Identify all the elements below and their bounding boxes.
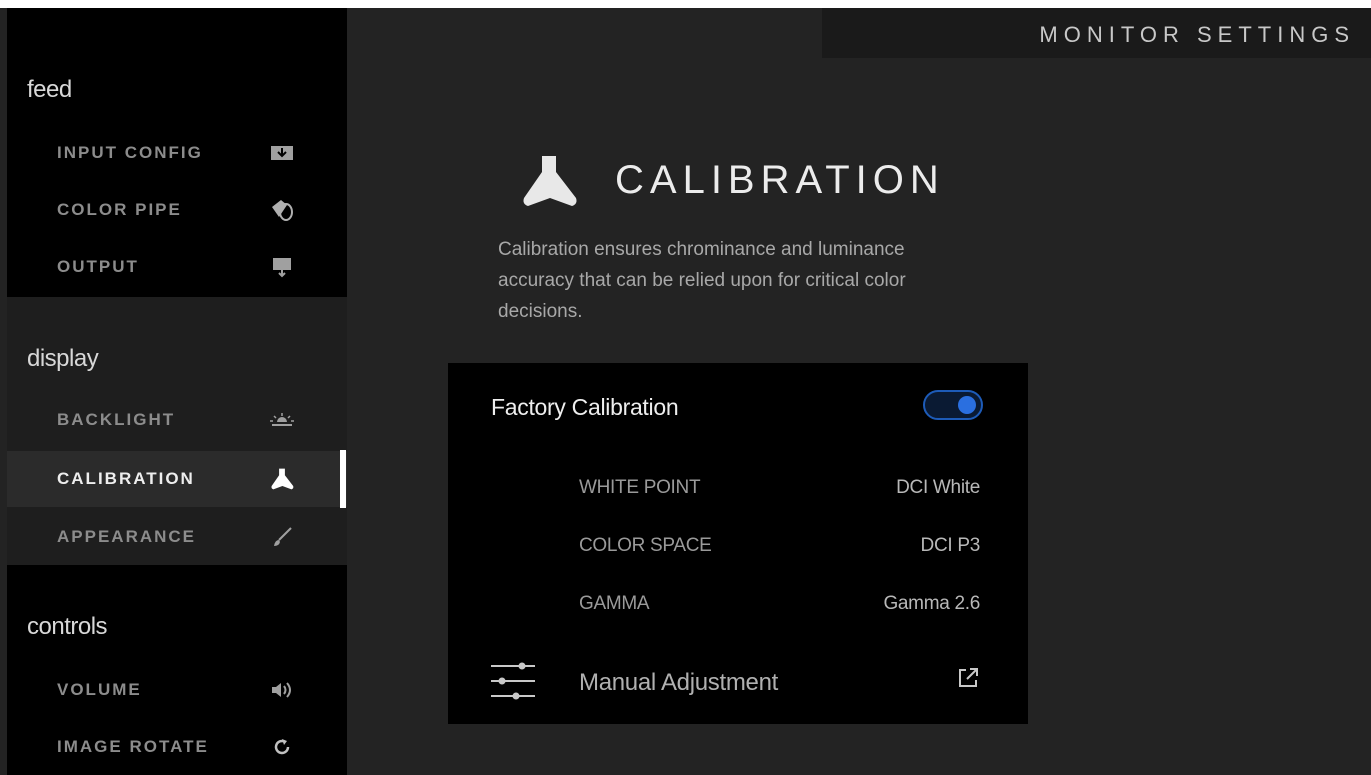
sidebar: feed INPUT CONFIG COLOR PIPE OUTPUT disp… — [7, 0, 347, 775]
gamma-label: GAMMA — [579, 593, 650, 614]
toggle-knob — [958, 396, 976, 414]
header-bar: MONITOR SETTINGS — [822, 8, 1371, 58]
page-title: CALIBRATION — [615, 158, 945, 202]
sidebar-item-label: CALIBRATION — [57, 469, 195, 488]
sidebar-item-output[interactable]: OUTPUT — [7, 239, 347, 295]
page-description: Calibration ensures chrominance and lumi… — [498, 239, 906, 322]
backlight-icon — [269, 407, 295, 433]
volume-icon — [269, 677, 295, 703]
sidebar-item-label: APPEARANCE — [57, 527, 197, 546]
sidebar-item-input-config[interactable]: INPUT CONFIG — [7, 125, 347, 181]
sidebar-item-appearance[interactable]: APPEARANCE — [7, 509, 347, 565]
section-title-display: display — [27, 345, 99, 372]
sidebar-item-color-pipe[interactable]: COLOR PIPE — [7, 182, 347, 238]
section-title-controls: controls — [27, 613, 108, 640]
white-point-value: DCI White — [896, 477, 980, 498]
sidebar-item-label: IMAGE ROTATE — [57, 737, 209, 756]
calibration-icon — [269, 466, 295, 492]
calibration-panel: Factory Calibration WHITE POINT DCI Whit… — [448, 363, 1028, 724]
white-point-label: WHITE POINT — [579, 477, 701, 498]
color-pipe-icon — [269, 197, 295, 223]
sidebar-item-label: OUTPUT — [57, 257, 139, 276]
appearance-icon — [269, 524, 295, 550]
color-space-value: DCI P3 — [920, 535, 981, 556]
active-indicator — [340, 450, 346, 508]
rotate-icon — [269, 734, 295, 760]
external-link-icon[interactable] — [956, 666, 980, 690]
factory-calibration-toggle[interactable] — [923, 390, 983, 420]
calibration-icon — [523, 156, 577, 206]
output-icon — [269, 254, 295, 280]
gamma-value: Gamma 2.6 — [883, 593, 980, 614]
sidebar-section-feed: feed INPUT CONFIG COLOR PIPE OUTPUT — [7, 8, 347, 297]
sidebar-item-label: COLOR PIPE — [57, 200, 182, 219]
sidebar-item-label: VOLUME — [57, 680, 142, 699]
sidebar-item-backlight[interactable]: BACKLIGHT — [7, 392, 347, 448]
sidebar-item-volume[interactable]: VOLUME — [7, 662, 347, 718]
manual-adjustment-button[interactable]: Manual Adjustment — [579, 669, 778, 697]
color-space-label: COLOR SPACE — [579, 535, 712, 556]
section-title-feed: feed — [27, 76, 72, 103]
sidebar-item-calibration[interactable]: CALIBRATION — [7, 451, 347, 507]
page-header-title: MONITOR SETTINGS — [1039, 22, 1355, 47]
input-config-icon — [269, 140, 295, 166]
sidebar-item-image-rotate[interactable]: IMAGE ROTATE — [7, 719, 347, 775]
factory-calibration-label: Factory Calibration — [491, 394, 679, 420]
sidebar-section-controls: controls VOLUME IMAGE ROTATE — [7, 565, 347, 775]
sidebar-item-label: INPUT CONFIG — [57, 143, 203, 162]
sidebar-item-label: BACKLIGHT — [57, 410, 176, 429]
sliders-icon — [491, 662, 535, 700]
